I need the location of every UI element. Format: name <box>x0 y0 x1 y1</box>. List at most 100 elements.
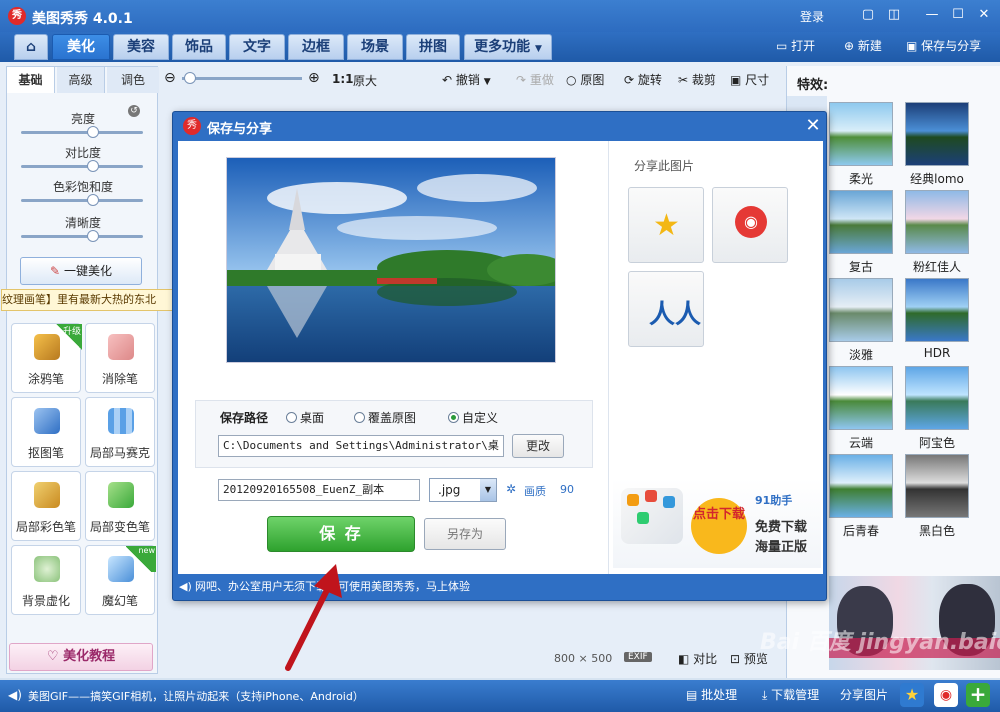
weibo-icon[interactable]: ◉ <box>934 683 958 707</box>
download-ad[interactable]: 点击下载 91助手 免费下载 海量正版 <box>613 478 821 568</box>
preview-icon: ⊡ <box>730 652 741 666</box>
home-tab[interactable]: ⌂ <box>14 34 48 60</box>
save-share-button[interactable]: ▣ 保存与分享 <box>906 36 981 56</box>
subtab-basic[interactable]: 基础 <box>7 67 55 93</box>
crop-button[interactable]: ✂ 裁剪 <box>678 71 716 88</box>
zoom-out-icon[interactable]: ⊖ <box>164 70 176 86</box>
compare-button[interactable]: ◧ 对比 <box>678 650 717 667</box>
effect-thumbnail[interactable] <box>905 278 969 342</box>
zoom-in-icon[interactable]: ⊕ <box>308 70 320 86</box>
add-icon[interactable]: + <box>966 683 990 707</box>
cutout-pen-button[interactable]: 抠图笔 <box>11 397 81 467</box>
option-overwrite[interactable]: 覆盖原图 <box>354 409 416 426</box>
chevron-down-icon: ▼ <box>483 77 491 87</box>
local-recolor-pen-button[interactable]: 局部变色笔 <box>85 471 155 541</box>
share-qzone-button[interactable]: ★ <box>628 187 704 263</box>
dialog-close-button[interactable]: ✕ <box>803 116 823 136</box>
effect-thumbnail[interactable] <box>829 102 893 166</box>
tab-face[interactable]: 美容 <box>113 34 169 60</box>
brightness-knob[interactable] <box>87 126 99 138</box>
radio-overwrite[interactable] <box>354 412 365 423</box>
qzone-icon[interactable]: ★ <box>900 683 924 707</box>
subtab-advanced[interactable]: 高级 <box>57 67 105 93</box>
upgrade-badge: 升级 <box>56 324 82 350</box>
skin-icon[interactable]: ◫ <box>884 6 904 24</box>
zoom-slider[interactable] <box>182 72 302 84</box>
chevron-down-icon[interactable]: ▼ <box>480 479 496 501</box>
change-path-button[interactable]: 更改 <box>512 434 564 458</box>
saturation-knob[interactable] <box>87 194 99 206</box>
option-desktop[interactable]: 桌面 <box>286 409 324 426</box>
tab-more-label: 更多功能 <box>474 39 531 55</box>
original-button[interactable]: ○ 原图 <box>566 71 604 88</box>
share-weibo-button[interactable]: ◉ <box>712 187 788 263</box>
ad-line-1: 免费下载 <box>755 520 808 535</box>
effect-thumbnail[interactable] <box>905 454 969 518</box>
tab-more[interactable]: 更多功能 ▼ <box>464 34 552 60</box>
tab-beautify[interactable]: 美化 <box>52 34 110 60</box>
save-as-button[interactable]: 另存为 <box>424 518 506 550</box>
local-color-pen-button[interactable]: 局部彩色笔 <box>11 471 81 541</box>
contrast-slider[interactable] <box>21 160 143 172</box>
new-button[interactable]: ⊕ 新建 <box>844 36 882 56</box>
share-image-button[interactable]: 分享图片 <box>840 686 888 703</box>
saturation-slider[interactable] <box>21 194 143 206</box>
mosaic-button[interactable]: 局部马赛克 <box>85 397 155 467</box>
brightness-slider[interactable] <box>21 126 143 138</box>
tutorial-button[interactable]: ♡ 美化教程 <box>9 643 153 671</box>
rotate-button[interactable]: ⟳ 旋转 <box>624 71 662 88</box>
zoom-knob[interactable] <box>184 72 196 84</box>
effect-thumbnail[interactable] <box>905 190 969 254</box>
sharpness-slider[interactable] <box>21 230 143 242</box>
close-button[interactable]: ✕ <box>974 6 994 24</box>
effect-thumbnail[interactable] <box>829 366 893 430</box>
original-size-button[interactable]: 原大 <box>353 72 377 89</box>
tab-scene[interactable]: 场景 <box>347 34 403 60</box>
minimize-button[interactable]: — <box>922 6 942 24</box>
actual-size-ratio[interactable]: 1:1 <box>332 72 354 86</box>
exif-button[interactable]: EXIF <box>624 652 652 662</box>
batch-button[interactable]: ▤ 批处理 <box>686 686 737 703</box>
open-button[interactable]: ▭ 打开 <box>776 36 815 56</box>
background-blur-button[interactable]: 背景虚化 <box>11 545 81 615</box>
radio-custom[interactable] <box>448 412 459 423</box>
contrast-knob[interactable] <box>87 160 99 172</box>
feedback-icon[interactable]: ▢ <box>858 6 878 24</box>
radio-desktop[interactable] <box>286 412 297 423</box>
sharpness-label: 清晰度 <box>64 216 101 230</box>
tab-accessories[interactable]: 饰品 <box>172 34 226 60</box>
sharpness-knob[interactable] <box>87 230 99 242</box>
undo-button[interactable]: ↶ 撤销 ▼ <box>442 71 491 88</box>
resize-button[interactable]: ▣ 尺寸 <box>730 71 769 88</box>
redo-button[interactable]: ↷ 重做 <box>516 71 554 88</box>
tab-text[interactable]: 文字 <box>229 34 285 60</box>
subtab-color[interactable]: 调色 <box>107 67 159 93</box>
effect-thumbnail[interactable] <box>829 190 893 254</box>
contrast-label: 对比度 <box>64 146 101 160</box>
magic-pen-button[interactable]: new 魔幻笔 <box>85 545 156 615</box>
save-button[interactable]: 保 存 <box>267 516 415 552</box>
login-link[interactable]: 登录 <box>800 8 824 25</box>
tab-frame[interactable]: 边框 <box>288 34 344 60</box>
maximize-button[interactable]: ☐ <box>948 6 968 24</box>
marquee-text[interactable]: 美图GIF——搞笑GIF相机，让照片动起来（支持iPhone、Android） <box>28 688 364 704</box>
tab-collage[interactable]: 拼图 <box>406 34 460 60</box>
effect-thumbnail[interactable] <box>829 278 893 342</box>
download-manager-button[interactable]: ⤓ 下载管理 <box>762 686 819 703</box>
promo-banner[interactable]: 纹理画笔】里有最新大热的东北 <box>1 289 173 311</box>
doodle-pen-button[interactable]: 升级 涂鸦笔 <box>11 323 82 393</box>
share-renren-button[interactable]: 人人 <box>628 271 704 347</box>
eraser-pen-button[interactable]: 消除笔 <box>85 323 155 393</box>
option-custom[interactable]: 自定义 <box>448 409 498 426</box>
filename-input[interactable]: 20120920165508_EuenZ_副本 <box>218 479 420 501</box>
one-click-beautify-button[interactable]: ✎ 一键美化 <box>20 257 142 285</box>
effect-thumbnail[interactable] <box>905 366 969 430</box>
effect-thumbnail[interactable] <box>829 454 893 518</box>
download-badge[interactable]: 点击下载 <box>691 498 747 554</box>
save-path-input[interactable]: C:\Documents and Settings\Administrator\… <box>218 435 504 457</box>
effect-thumbnail[interactable] <box>905 102 969 166</box>
format-select[interactable]: .jpg ▼ <box>429 478 497 502</box>
app-logo-icon: 秀 <box>8 7 26 25</box>
gear-icon[interactable]: ✲ <box>506 482 516 496</box>
quality-label[interactable]: 画质 <box>524 483 546 499</box>
